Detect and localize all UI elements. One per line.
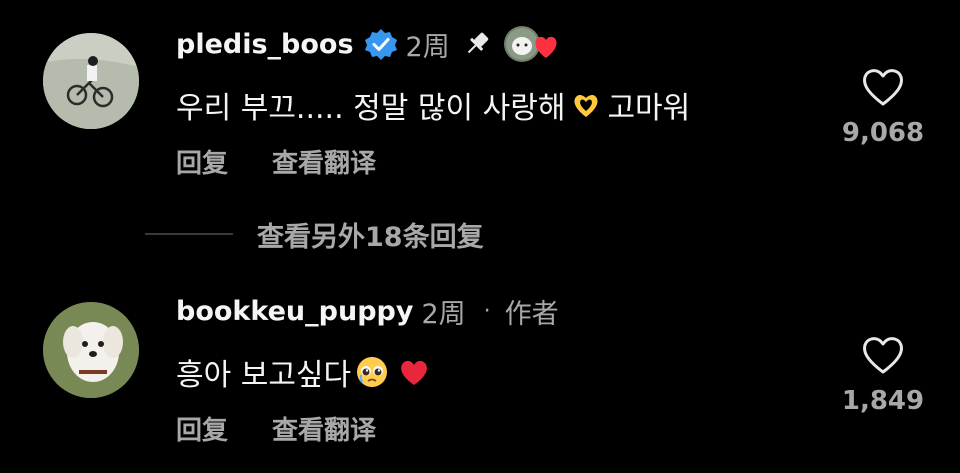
avatar[interactable] — [43, 33, 139, 129]
comment-text-main: 우리 부끄..... 정말 많이 사랑해 — [176, 91, 566, 126]
creator-liked-icon — [502, 24, 562, 64]
reply-button[interactable]: 回复 — [176, 410, 228, 447]
comment-text: 우리 부끄..... 정말 많이 사랑해 고마워 — [176, 83, 690, 127]
divider — [145, 233, 233, 235]
pin-icon — [462, 29, 492, 59]
like-count: 9,068 — [841, 118, 925, 148]
reply-button[interactable]: 回复 — [176, 143, 228, 180]
username[interactable]: pledis_boos — [176, 29, 354, 60]
comment-text-main: 흥아 보고싶다 — [176, 358, 352, 393]
comment-header: bookkeu_puppy 2周 · 作者 — [176, 291, 559, 331]
comment-actions: 回复 查看翻译 — [176, 410, 376, 447]
comment-text-end: 고마워 — [607, 91, 691, 126]
separator-dot: · — [483, 298, 491, 324]
pleading-face-icon — [355, 355, 389, 389]
translate-button[interactable]: 查看翻译 — [272, 410, 376, 447]
like-section: 9,068 — [838, 66, 928, 148]
author-badge: 作者 — [504, 298, 559, 330]
comment-time: 2周 — [421, 298, 466, 330]
red-heart-icon — [397, 355, 431, 389]
comment-item: pledis_boos 2周 우리 부끄..... 정말 많이 사랑해 고마워 … — [0, 0, 960, 200]
verified-badge-icon — [364, 27, 398, 61]
like-section: 1,849 — [838, 334, 928, 416]
view-more-replies[interactable]: 查看另外18条回复 — [145, 214, 484, 254]
comment-item: bookkeu_puppy 2周 · 作者 흥아 보고싶다 回复 查看翻译 1,… — [0, 270, 960, 473]
view-more-replies-label[interactable]: 查看另外18条回复 — [257, 215, 484, 254]
comment-actions: 回复 查看翻译 — [176, 143, 376, 180]
heart-hands-icon — [569, 88, 603, 122]
comment-time: 2周 — [405, 31, 450, 63]
heart-outline-icon[interactable] — [860, 66, 906, 108]
avatar[interactable] — [43, 302, 139, 398]
comment-header: pledis_boos 2周 — [176, 24, 562, 64]
heart-outline-icon[interactable] — [860, 334, 906, 376]
comments-panel: pledis_boos 2周 우리 부끄..... 정말 많이 사랑해 고마워 … — [0, 0, 960, 473]
translate-button[interactable]: 查看翻译 — [272, 143, 376, 180]
like-count: 1,849 — [841, 386, 925, 416]
comment-text: 흥아 보고싶다 — [176, 350, 435, 394]
username[interactable]: bookkeu_puppy — [176, 296, 413, 327]
